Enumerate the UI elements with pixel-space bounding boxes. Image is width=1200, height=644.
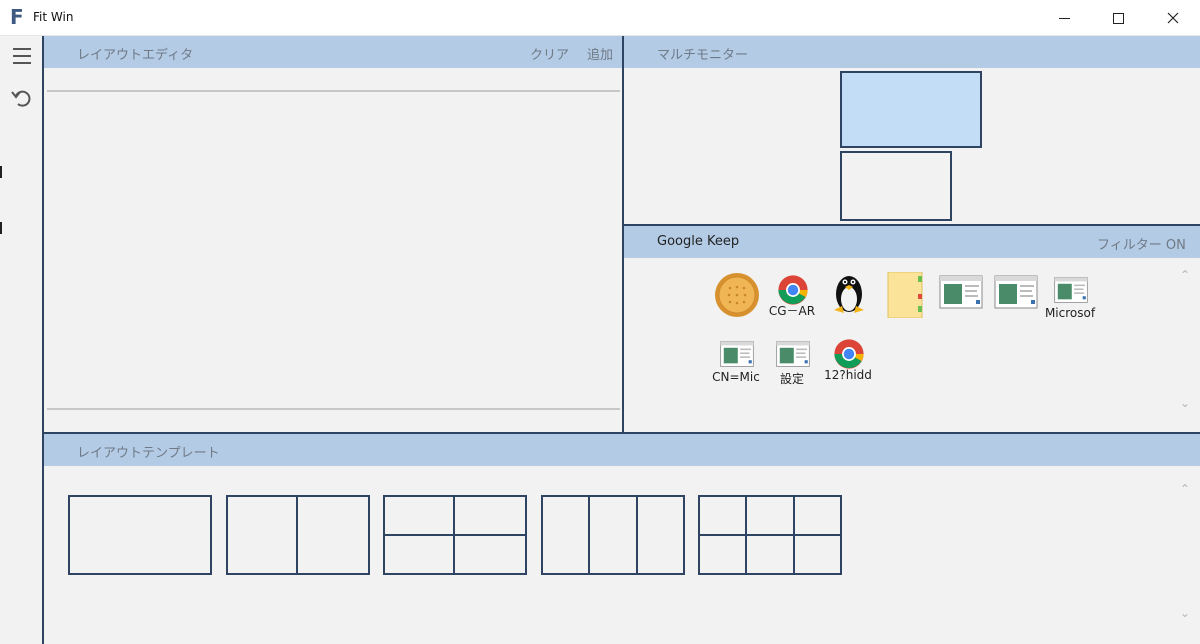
monitor-primary[interactable] [840,71,982,148]
app-window-panel: Google Keep フィルター ON CG－AR Microsof CN=M… [624,226,1200,434]
template-three-by-two[interactable] [698,495,842,575]
clear-button[interactable]: クリア [530,44,569,63]
active-app-title: Google Keep [657,234,740,249]
side-rail [0,36,44,644]
app-icon-label: CG－AR [768,304,816,318]
template-divider [700,534,840,536]
hamburger-menu-icon[interactable] [10,44,34,68]
close-icon [1167,12,1178,24]
app-icon-window[interactable]: CN=Mic [708,340,764,400]
cookie-icon [715,273,759,317]
maximize-icon [1113,12,1124,24]
window-app-icon [1054,277,1088,303]
multi-monitor-header: マルチモニター [624,36,1200,68]
chrome-icon [834,339,864,369]
window-app-icon [720,341,754,367]
layout-template-title: レイアウトテンプレート [77,446,220,461]
template-two-by-two[interactable] [383,495,527,575]
window-edge-mark [0,222,2,234]
title-bar: F Fit Win [0,0,1200,36]
layout-template-panel: レイアウトテンプレート ⌃ ⌄ [44,434,1200,644]
app-icon-penguin[interactable] [820,270,876,330]
template-divider [588,497,590,573]
editor-divider [47,90,620,92]
layout-editor-title: レイアウトエディタ [77,48,194,63]
layout-editor-header: レイアウトエディタ クリア 追加 [44,36,622,68]
multi-monitor-panel: マルチモニター [624,36,1200,226]
scroll-down-arrow[interactable]: ⌄ [1180,396,1190,410]
editor-divider [47,408,620,410]
app-icon-notebook[interactable] [876,272,932,332]
app-icon-window[interactable] [932,274,988,334]
window-app-icon [994,275,1038,309]
template-single[interactable] [68,495,212,575]
app-icon-chrome[interactable]: 12?hidd [820,338,876,398]
app-icon-window[interactable]: Microsof [1042,276,1098,336]
app-icon-chrome[interactable]: CG－AR [764,272,820,332]
scroll-up-arrow[interactable]: ⌃ [1180,268,1190,282]
filter-toggle[interactable]: フィルター ON [1097,234,1186,253]
minimize-button[interactable] [1037,0,1092,36]
window-app-icon [776,341,810,367]
app-window-header: Google Keep フィルター ON [624,226,1200,258]
app-icon-window[interactable]: 設定 [764,340,820,400]
layout-editor-panel: レイアウトエディタ クリア 追加 [44,36,624,434]
window-title: Fit Win [33,10,74,24]
app-icon-label: Microsof [1044,306,1096,320]
scroll-up-arrow[interactable]: ⌃ [1180,482,1190,496]
minimize-icon [1059,17,1070,19]
template-divider [636,497,638,573]
multi-monitor-title: マルチモニター [657,48,749,63]
scroll-down-arrow[interactable]: ⌄ [1180,606,1190,620]
close-button[interactable] [1145,0,1200,36]
template-divider [296,497,298,573]
add-button[interactable]: 追加 [587,44,613,63]
linux-penguin-icon [834,276,864,313]
monitor-secondary[interactable] [840,151,952,221]
template-two-columns[interactable] [226,495,370,575]
template-divider [385,534,525,536]
window-edge-mark [0,166,2,178]
template-three-columns[interactable] [541,495,685,575]
app-icon-cookie[interactable] [708,272,764,332]
undo-icon[interactable] [10,86,34,110]
notebook-icon [887,272,923,318]
app-icon-label: 12?hidd [824,368,872,382]
app-logo-icon: F [10,5,24,29]
window-app-icon [939,275,983,309]
layout-template-header: レイアウトテンプレート [44,434,1200,466]
maximize-button[interactable] [1091,0,1146,36]
app-icon-window[interactable] [987,274,1043,334]
